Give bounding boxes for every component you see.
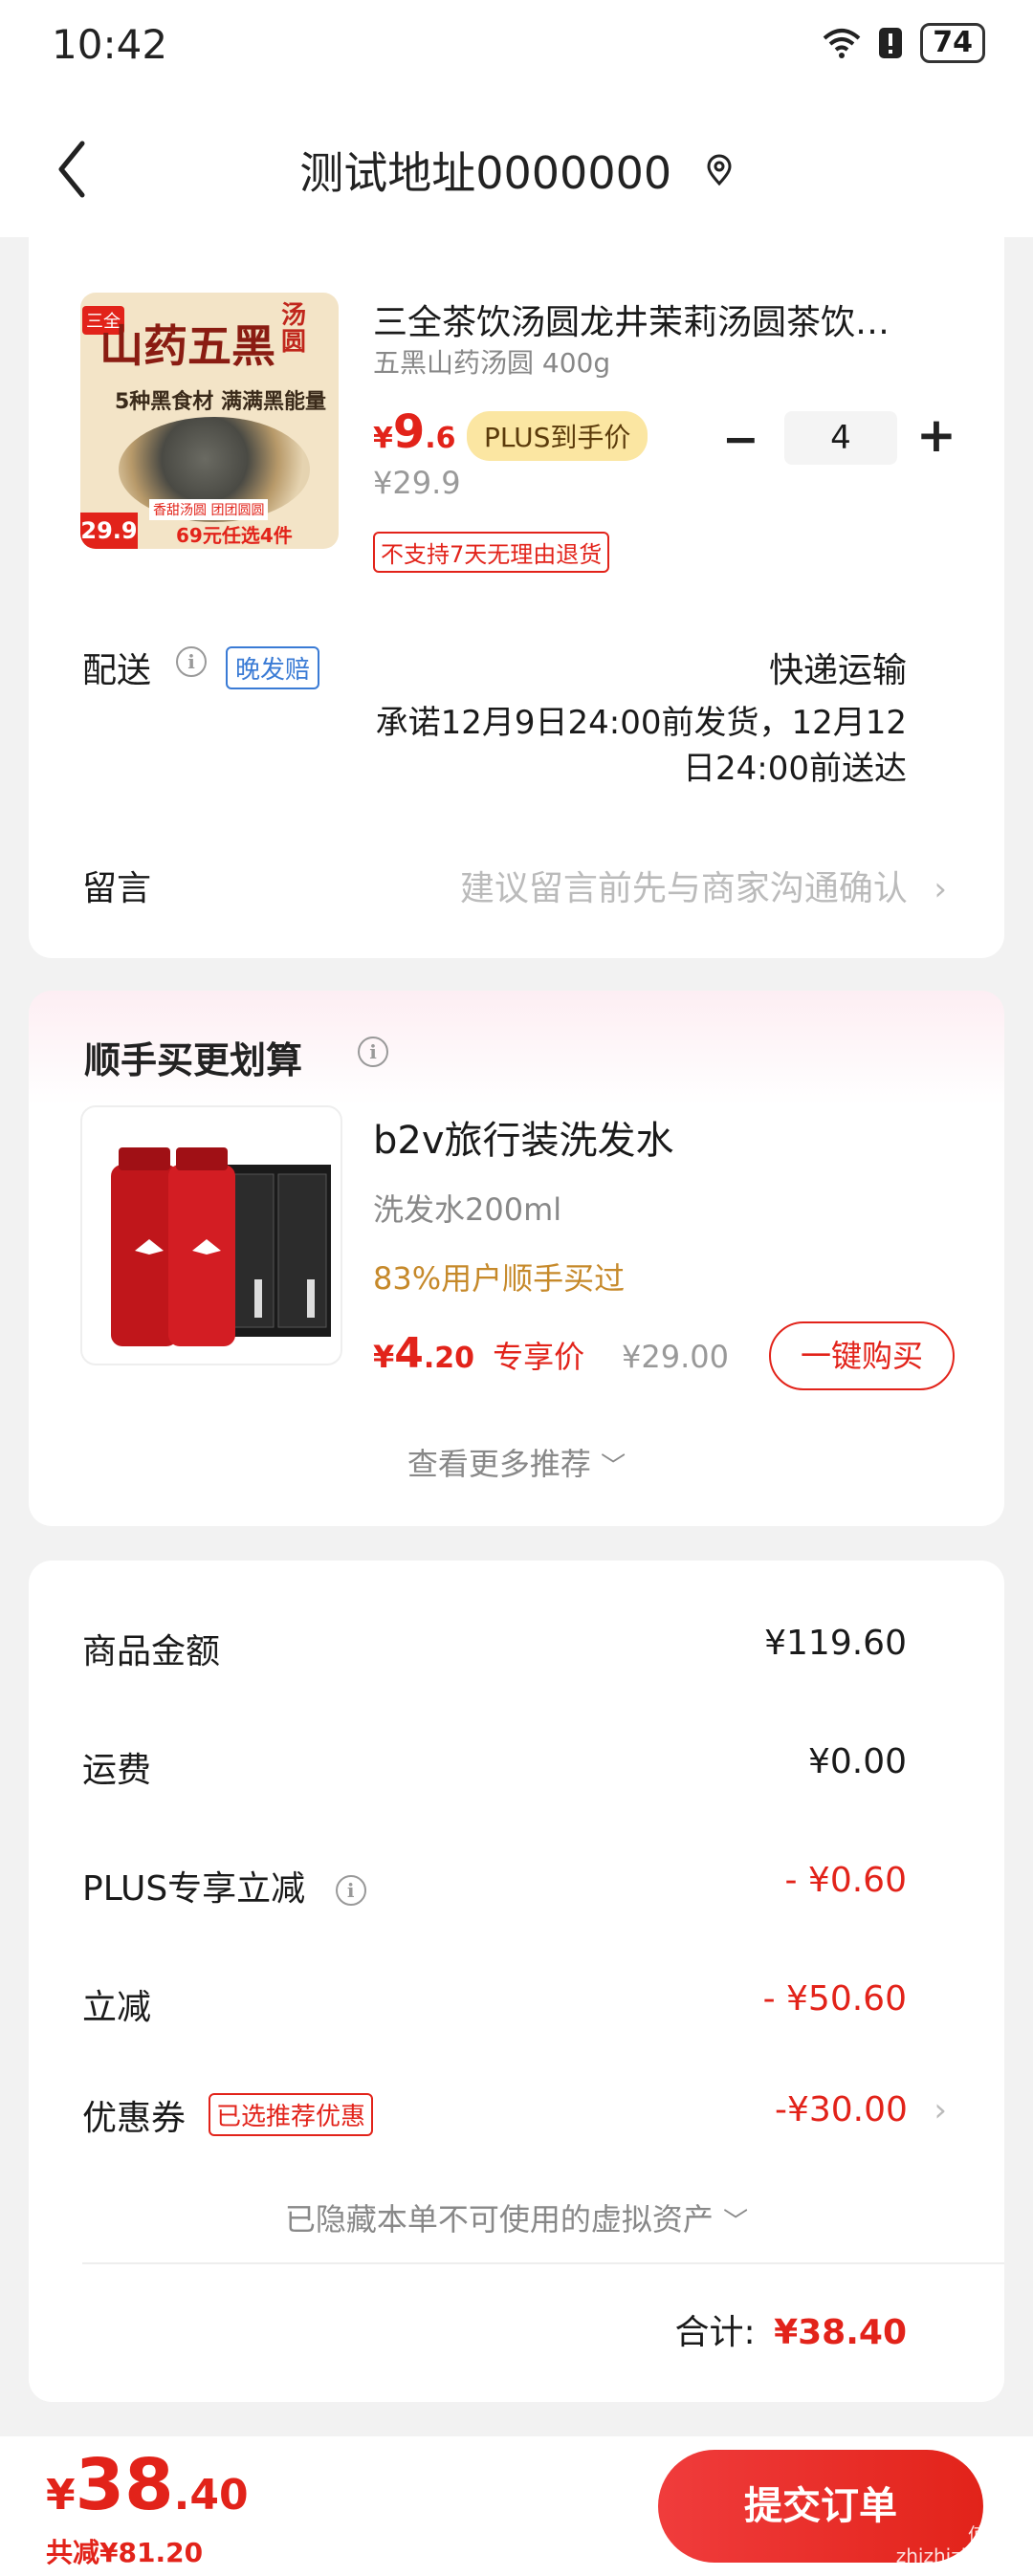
addon-social-proof: 83%用户顺手买过 (373, 1260, 626, 1297)
summary-shipping-value: ¥0.00 (807, 1742, 907, 1781)
message-label: 留言 (82, 869, 152, 908)
addon-product-image (111, 1147, 331, 1346)
delivery-promise-line-2: 日24:00前送达 (683, 750, 907, 788)
summary-plus-discount-label: PLUS专享立减 i (82, 1861, 366, 1910)
summary-instant-discount-label: 立减 (82, 1988, 152, 2027)
product-original-price: ¥29.9 (373, 465, 461, 501)
summary-divider (82, 2262, 1004, 2264)
total-label: 合计: (674, 2313, 756, 2352)
addon-product-title[interactable]: b2v旅行装洗发水 (373, 1109, 674, 1165)
thumb-price-badge: 29.9 (80, 513, 138, 549)
battery-indicator: 74 (920, 23, 985, 63)
summary-coupon-value: -¥30.00 (774, 2090, 908, 2129)
wifi-icon (823, 29, 861, 58)
product-price: ¥9.6 (373, 405, 456, 459)
thumb-product-name: 山药五黑 (99, 320, 275, 372)
chevron-right-icon: › (934, 2091, 947, 2129)
price-symbol: ¥ (373, 422, 393, 455)
addon-product-spec: 洗发水200ml (373, 1191, 562, 1228)
addon-price-label: 专享价 (493, 1339, 585, 1375)
address-selector[interactable]: 测试地址0000000 (0, 139, 1033, 202)
thumb-product-name-2: 汤圆 (281, 301, 307, 357)
location-icon (707, 154, 732, 186)
quantity-input[interactable]: 4 (784, 411, 897, 465)
coupon-selected-tag: 已选推荐优惠 (209, 2093, 374, 2136)
chevron-down-icon: ﹀ (723, 2208, 749, 2237)
summary-subtotal-value: ¥119.60 (764, 1624, 907, 1663)
hidden-assets-toggle[interactable]: 已隐藏本单不可使用的虚拟资产 ﹀ (0, 2195, 1033, 2239)
price-decimal: .20 (423, 1342, 475, 1375)
thumb-tags: 香甜汤圆 团团圆圆 (149, 499, 269, 520)
price-symbol: ¥ (373, 1339, 395, 1375)
delivery-info-icon[interactable]: i (176, 646, 207, 677)
product-thumbnail[interactable]: 三全 山药五黑 汤圆 5种黑食材 满满黑能量 29.9 香甜汤圆 团团圆圆 69… (80, 293, 339, 549)
plus-price-tag: PLUS到手价 (467, 411, 648, 461)
delivery-label: 配送 (82, 651, 152, 690)
addon-section-title: 顺手买更划算 (84, 1039, 303, 1081)
thumb-slogan: 5种黑食材 满满黑能量 (115, 390, 326, 414)
watermark: 值值值 zhizhizhi.com (895, 2523, 1025, 2567)
addon-info-icon[interactable]: i (358, 1037, 388, 1067)
chevron-down-icon: ﹀ (601, 1452, 626, 1481)
quantity-decrease-button[interactable]: − (722, 413, 759, 465)
more-recommendations-link[interactable]: 查看更多推荐 ﹀ (0, 1440, 1033, 1484)
more-recommendations-text: 查看更多推荐 (407, 1446, 591, 1482)
info-icon: i (176, 646, 207, 677)
delivery-method[interactable]: 快递运输 (769, 643, 907, 692)
coupon-selector[interactable]: -¥30.00 › (775, 2090, 947, 2129)
address-text: 测试地址0000000 (299, 147, 672, 199)
price-decimal: .6 (425, 422, 456, 455)
checkout-saved: 共减¥81.20 (46, 2537, 204, 2568)
product-spec: 五黑山药汤圆 400g (373, 347, 611, 379)
addon-product-thumbnail[interactable] (80, 1105, 342, 1365)
summary-coupon-label: 优惠券 (82, 2099, 187, 2138)
price-symbol: ¥ (46, 2471, 76, 2520)
thumb-promo: 69元任选4件 (176, 524, 293, 547)
total-value: ¥38.40 (774, 2313, 907, 2352)
addon-original-price: ¥29.00 (622, 1339, 729, 1375)
checkout-price: ¥38.40 (46, 2444, 249, 2526)
price-integer: 4 (394, 1329, 424, 1378)
price-integer: 9 (392, 405, 426, 459)
summary-shipping-label: 运费 (82, 1751, 152, 1790)
hidden-assets-text: 已隐藏本单不可使用的虚拟资产 (284, 2201, 714, 2238)
summary-total: 合计: ¥38.40 (674, 2304, 907, 2354)
plus-discount-text: PLUS专享立减 (82, 1869, 306, 1909)
price-decimal: .40 (173, 2471, 249, 2520)
summary-instant-discount-value: - ¥50.60 (762, 1979, 907, 2019)
chevron-right-icon: › (934, 870, 947, 908)
delivery-promise: 承诺12月9日24:00前发货，12月12 日24:00前送达 (376, 700, 907, 792)
info-icon: i (358, 1037, 388, 1067)
status-time: 10:42 (52, 21, 168, 68)
late-compensation-tag[interactable]: 晚发赔 (226, 646, 320, 689)
summary-plus-discount-value: - ¥0.60 (784, 1861, 908, 1900)
message-input[interactable]: 建议留言前先与商家沟通确认 › (460, 861, 947, 910)
no-return-badge: 不支持7天无理由退货 (373, 532, 610, 573)
one-click-buy-button[interactable]: 一键购买 (769, 1321, 955, 1390)
alert-icon (879, 28, 903, 58)
addon-price: ¥4.20 专享价 (373, 1329, 584, 1378)
quantity-increase-button[interactable]: + (916, 407, 956, 463)
status-icons: 74 (823, 23, 985, 63)
summary-subtotal-label: 商品金额 (82, 1632, 221, 1671)
delivery-promise-line-1: 承诺12月9日24:00前发货，12月12 (375, 704, 907, 742)
info-icon[interactable]: i (335, 1875, 366, 1906)
product-title[interactable]: 三全茶饮汤圆龙井茉莉汤圆茶饮… (373, 295, 947, 344)
message-placeholder: 建议留言前先与商家沟通确认 (459, 869, 908, 908)
price-integer: 38 (75, 2444, 174, 2526)
